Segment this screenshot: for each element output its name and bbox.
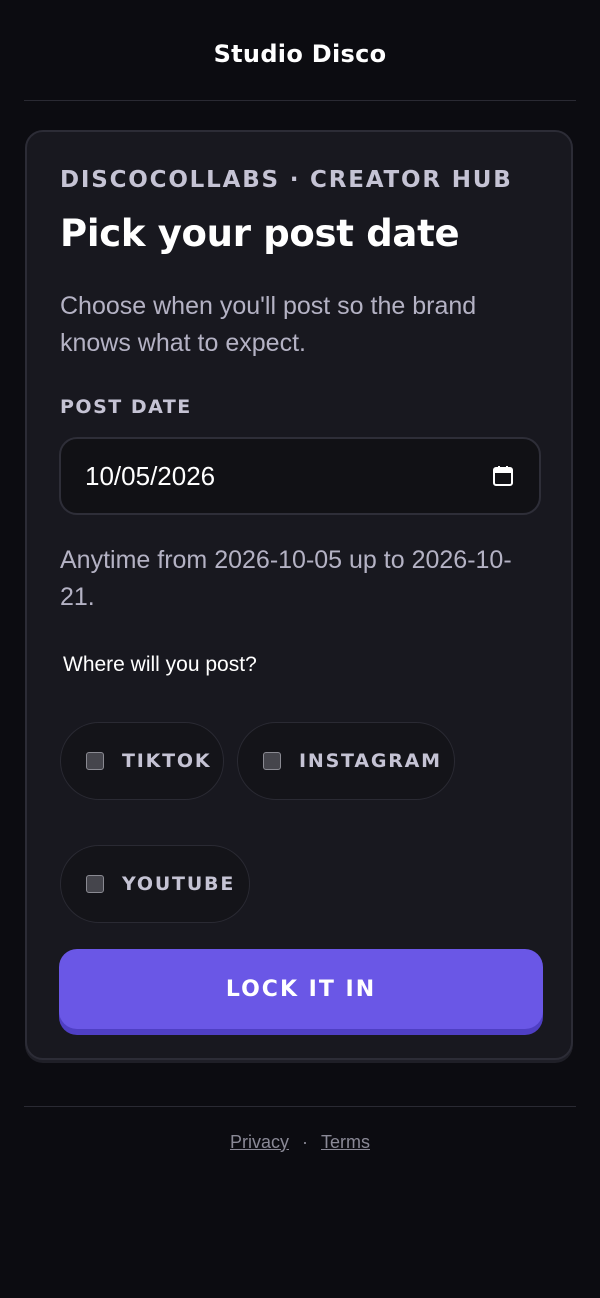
- lock-it-in-label: LOCK IT IN: [225, 976, 377, 1002]
- page-title: Pick your post date: [60, 212, 460, 255]
- lock-it-in-button[interactable]: LOCK IT IN: [59, 949, 543, 1029]
- post-date-input[interactable]: 10/05/2026: [59, 437, 541, 515]
- instagram-checkbox[interactable]: [263, 752, 281, 770]
- app-header: Studio Disco: [24, 0, 576, 101]
- platform-option-tiktok[interactable]: TIKTOK: [60, 722, 224, 800]
- card-eyebrow: DISCOCOLLABS · CREATOR HUB: [60, 167, 513, 193]
- platform-option-instagram[interactable]: INSTAGRAM: [237, 722, 455, 800]
- platform-question: Where will you post?: [63, 653, 257, 676]
- post-date-value[interactable]: 10/05/2026: [85, 461, 491, 492]
- tiktok-checkbox[interactable]: [86, 752, 104, 770]
- privacy-link[interactable]: Privacy: [230, 1132, 289, 1153]
- instagram-label: INSTAGRAM: [299, 750, 442, 772]
- post-date-card: DISCOCOLLABS · CREATOR HUB Pick your pos…: [25, 130, 573, 1060]
- card-description: Choose when you'll post so the brand kno…: [60, 292, 477, 357]
- date-range-hint: Anytime from 2026-10-05 up to 2026-10-21…: [60, 546, 512, 611]
- calendar-icon[interactable]: [491, 464, 515, 488]
- platform-option-youtube[interactable]: YOUTUBE: [60, 845, 250, 923]
- footer-separator: ·: [302, 1131, 308, 1152]
- post-date-label: POST DATE: [60, 396, 192, 418]
- tiktok-label: TIKTOK: [122, 750, 212, 772]
- footer: Privacy · Terms: [24, 1106, 576, 1177]
- app-title: Studio Disco: [213, 40, 387, 68]
- youtube-label: YOUTUBE: [122, 873, 236, 895]
- terms-link[interactable]: Terms: [321, 1132, 370, 1153]
- youtube-checkbox[interactable]: [86, 875, 104, 893]
